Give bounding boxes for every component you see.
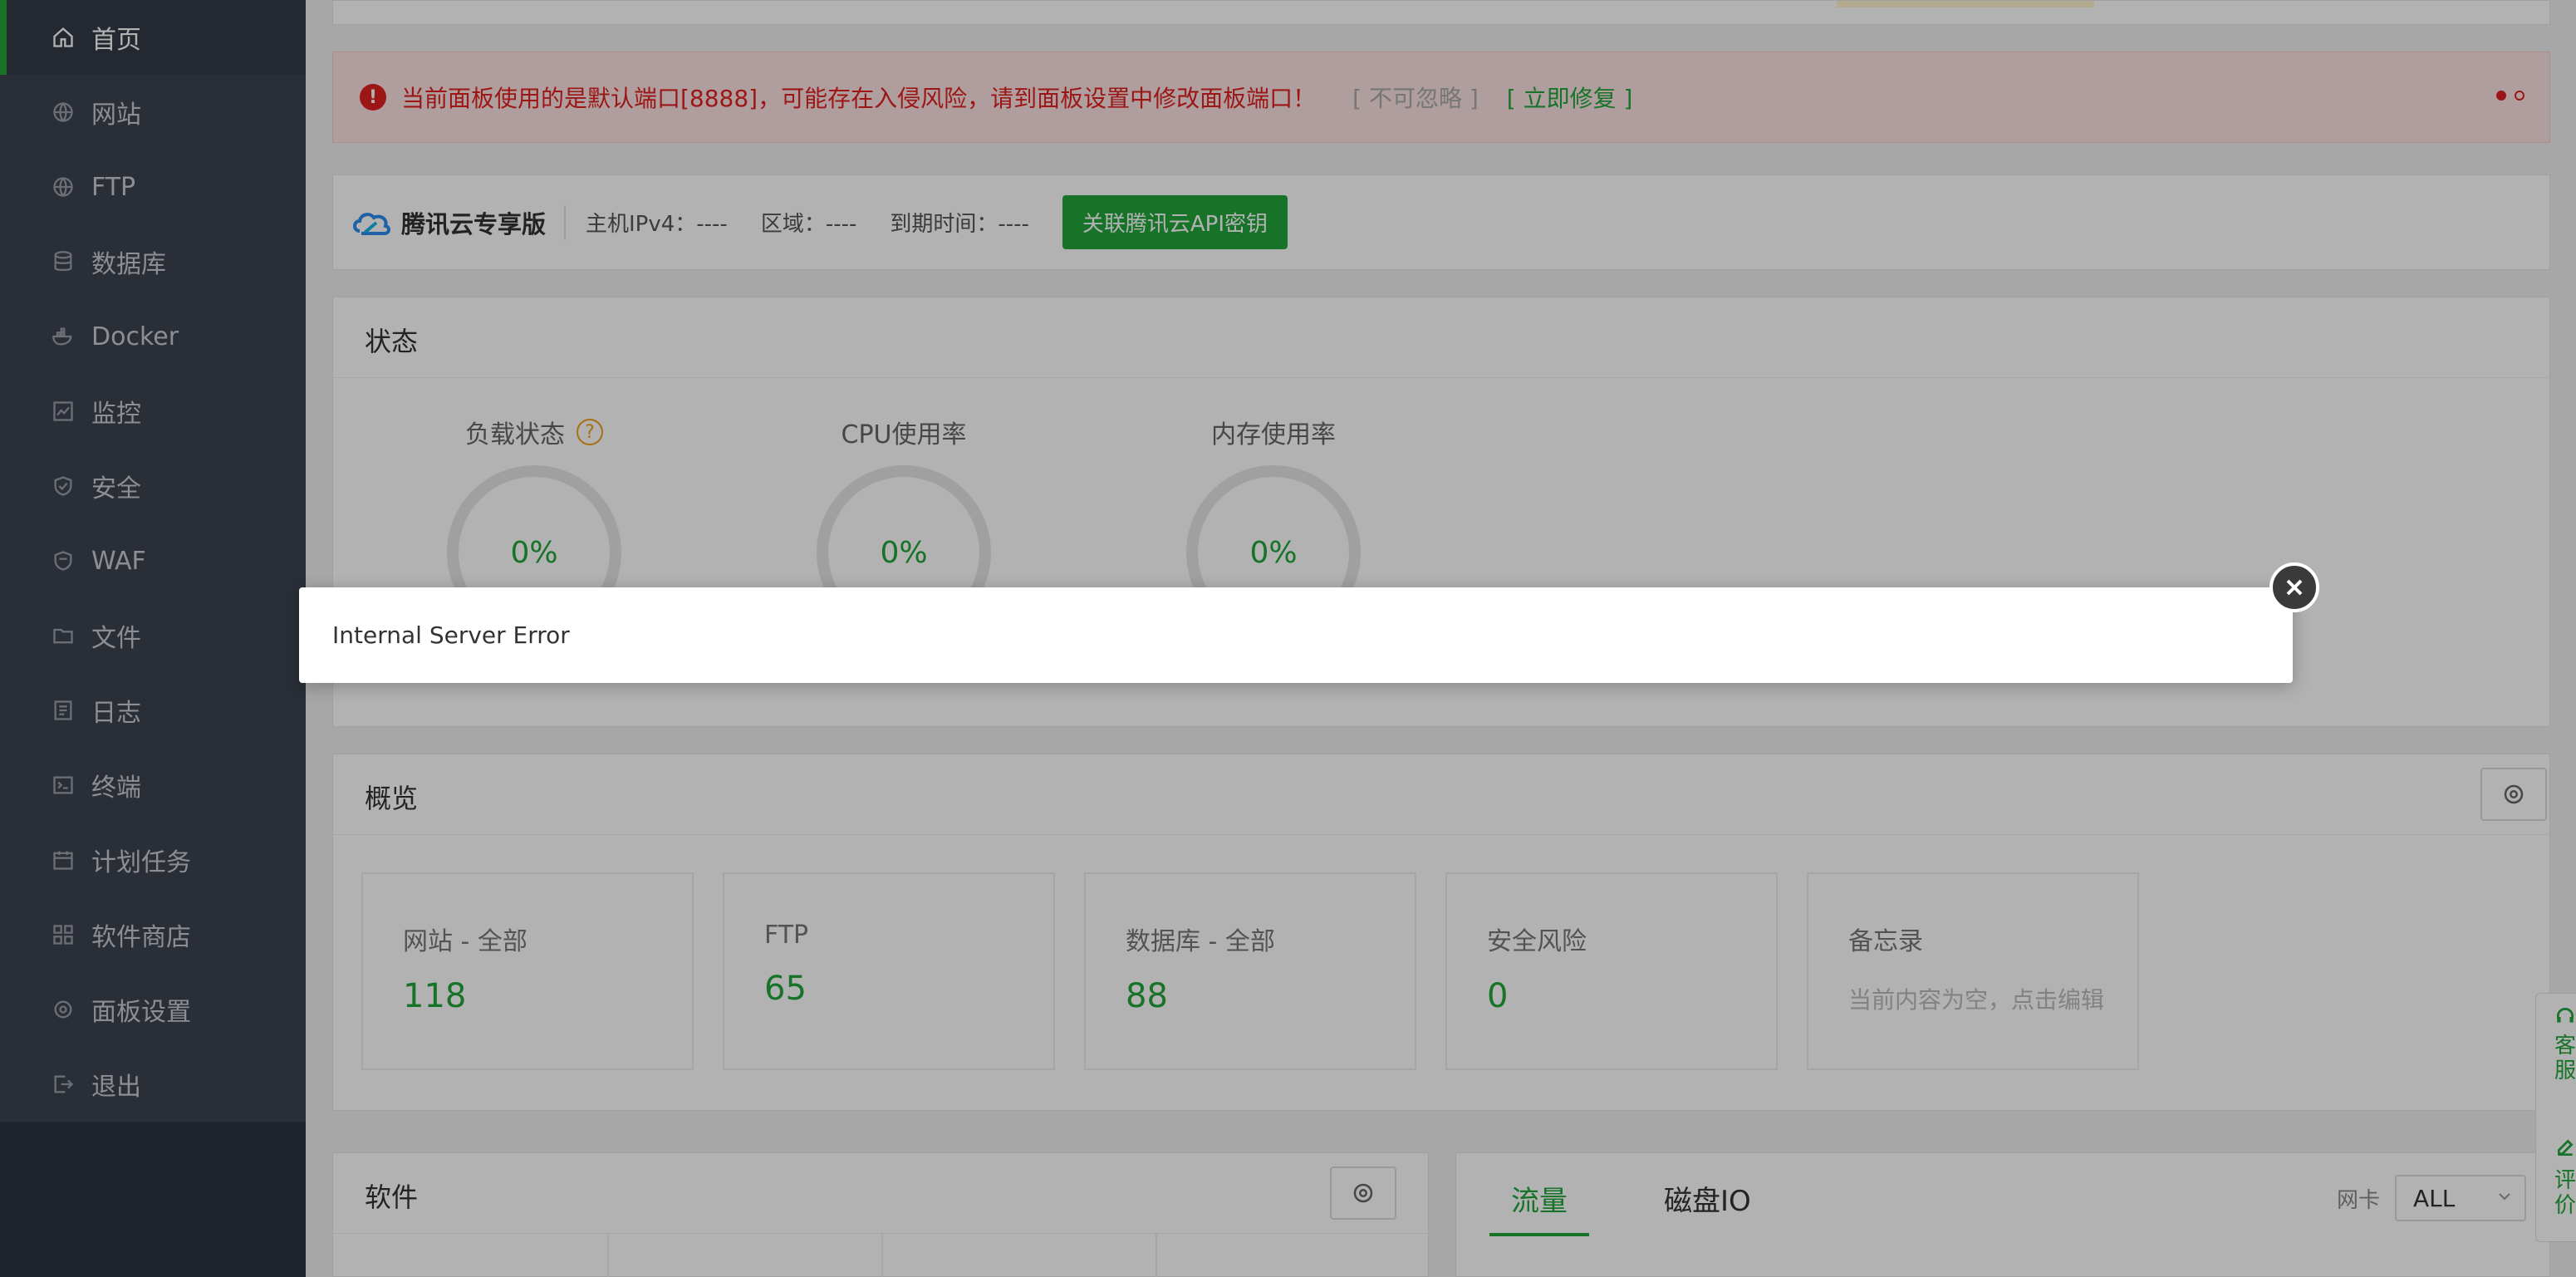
close-dialog-button[interactable] [2269,562,2319,612]
error-message: Internal Server Error [332,621,570,649]
error-dialog: Internal Server Error [299,587,2293,683]
close-icon [2286,579,2303,596]
